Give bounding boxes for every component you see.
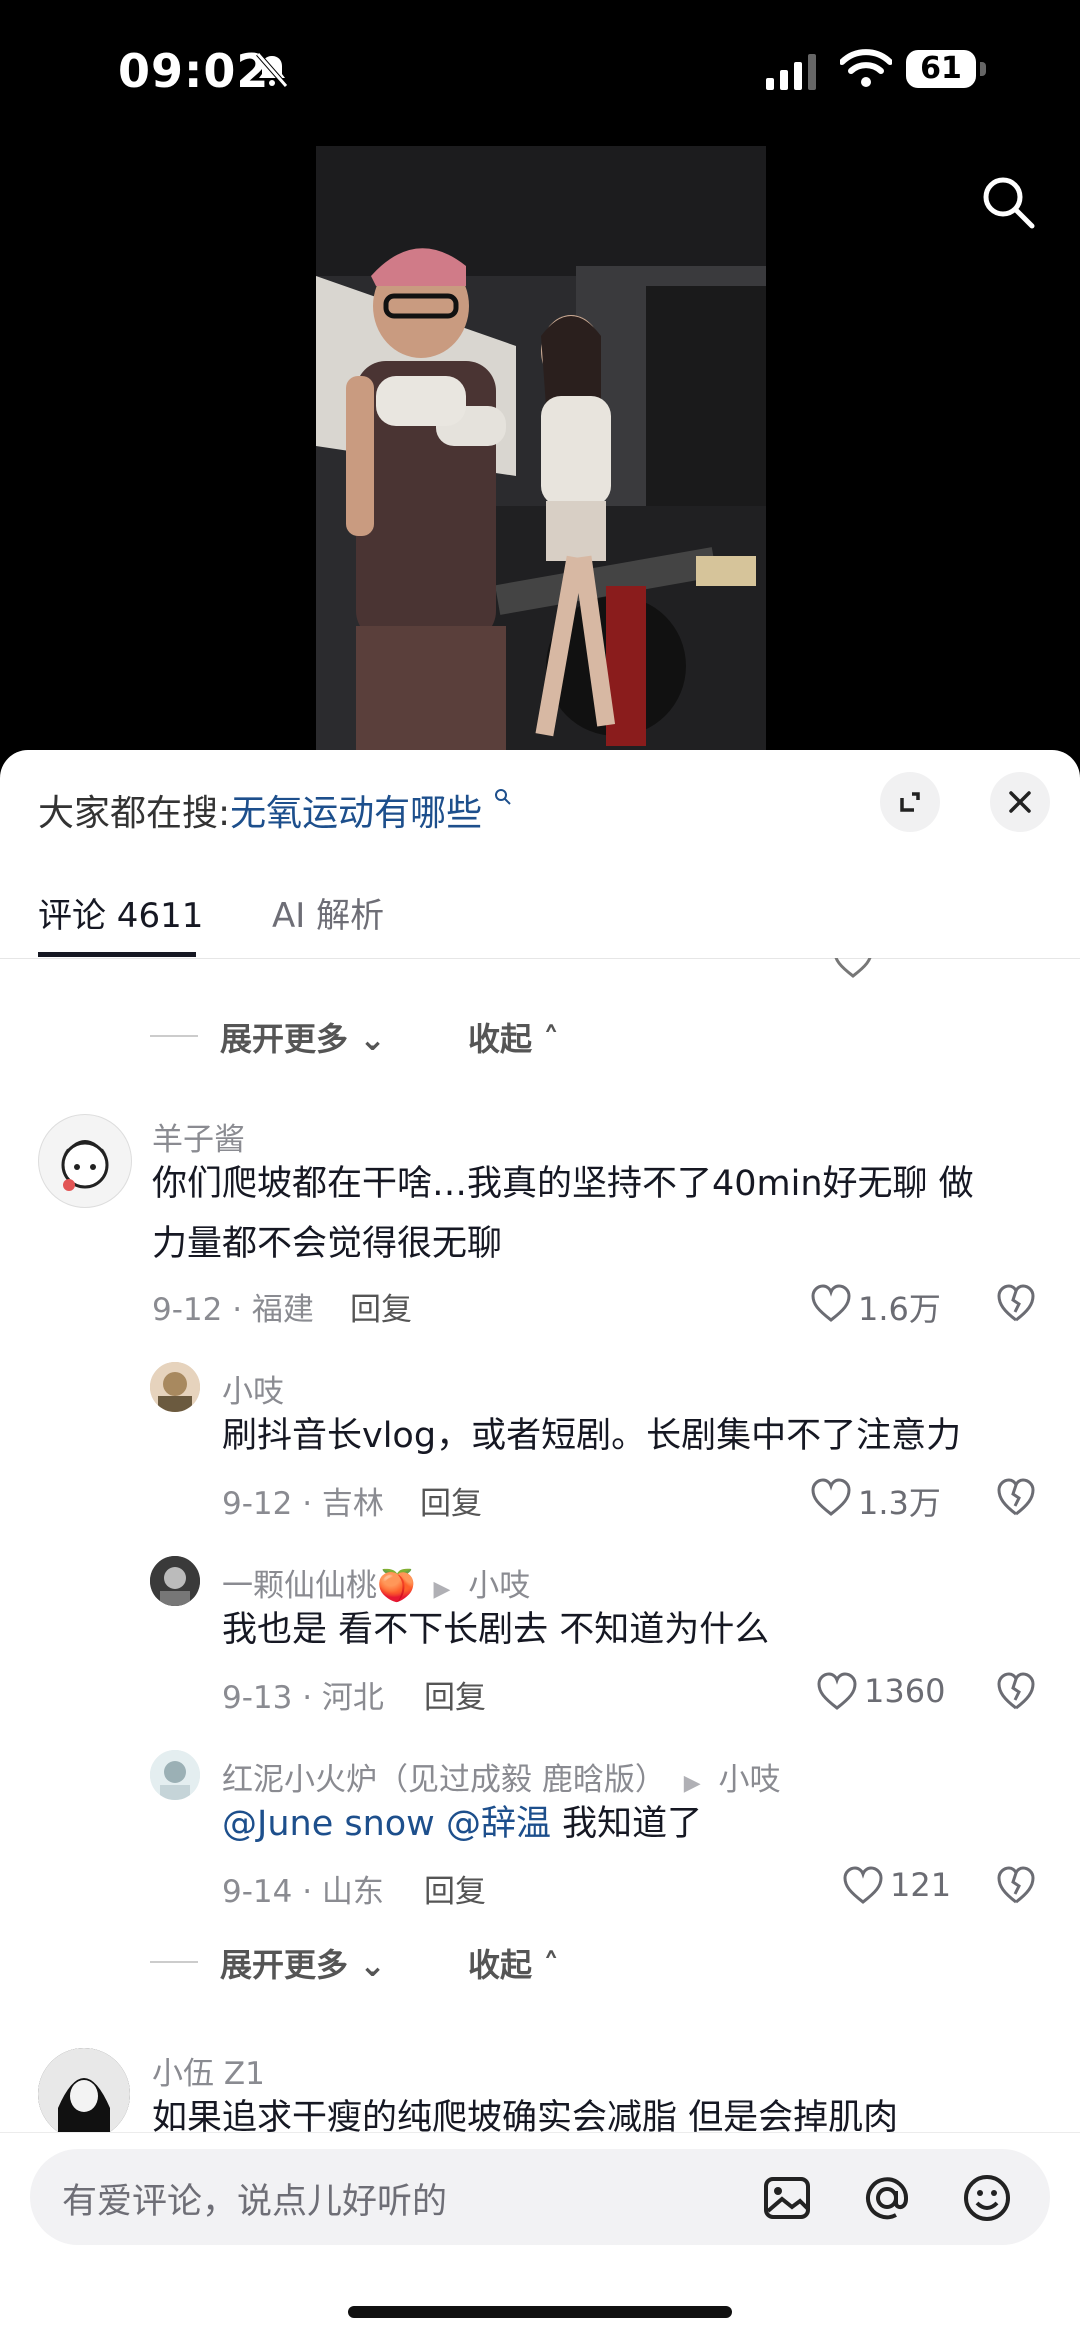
tab-ai-analysis[interactable]: AI 解析: [272, 888, 384, 937]
avatar[interactable]: [38, 1114, 132, 1208]
avatar[interactable]: [150, 1362, 200, 1412]
comment-tabs: 评论 4611 AI 解析: [0, 868, 1080, 959]
avatar[interactable]: [150, 1556, 200, 1606]
reply-arrow-icon: ▶: [683, 1771, 701, 1796]
reply-button[interactable]: 回复: [424, 1866, 486, 1911]
comment-username[interactable]: 小伍 Z1: [152, 2048, 265, 2093]
like-heart-icon[interactable]: [810, 1284, 852, 1324]
reply-date-location: 9-13 · 河北: [222, 1680, 384, 1716]
expand-collapse-row: 展开更多 ⌄ 收起 ˄: [150, 1932, 850, 1992]
expand-sheet-button[interactable]: [880, 772, 940, 832]
comment-username[interactable]: 羊子酱: [152, 1114, 245, 1159]
reply-arrow-icon: ▶: [433, 1577, 451, 1602]
like-heart-icon[interactable]: [816, 1672, 858, 1712]
hot-search-banner[interactable]: 大家都在搜:无氧运动有哪些: [38, 784, 512, 836]
reply-button[interactable]: 回复: [420, 1478, 482, 1523]
video-preview[interactable]: [316, 146, 766, 752]
wifi-icon: [840, 49, 892, 87]
avatar[interactable]: [38, 2048, 130, 2132]
reply-text: @June snow @辞温 我知道了: [222, 1794, 1042, 1854]
expand-icon: [900, 792, 920, 812]
divider-line: [150, 1961, 198, 1963]
avatar-image-icon: [38, 2048, 130, 2132]
battery-tip: [980, 62, 986, 76]
expand-more-label: 展开更多: [220, 1020, 349, 1058]
reply-username-text: 一颗仙仙桃🍑: [222, 1568, 416, 1604]
small-search-icon: [494, 789, 511, 805]
hot-search-keyword[interactable]: 无氧运动有哪些: [230, 793, 482, 834]
avatar-image-icon: [61, 1140, 109, 1191]
reply-button[interactable]: 回复: [424, 1672, 486, 1717]
collapse-label: 收起: [468, 1020, 533, 1058]
battery-indicator: 61: [906, 50, 986, 88]
close-button[interactable]: [990, 772, 1050, 832]
collapse-button[interactable]: 收起 ˄: [468, 1940, 559, 1986]
reply-text: 我也是 看不下长剧去 不知道为什么: [222, 1610, 770, 1650]
like-count: 1.6万: [858, 1290, 941, 1328]
mention-link[interactable]: @辞温: [446, 1804, 551, 1844]
comment-input[interactable]: 有爱评论，说点儿好听的: [30, 2149, 1050, 2245]
avatar-image-icon: [150, 1556, 200, 1606]
reply-button[interactable]: 回复: [350, 1284, 412, 1329]
comment-text-line: 你们爬坡都在干啥…我真的坚持不了40min好无聊 做: [152, 1164, 974, 1204]
tab-active-indicator: [38, 952, 196, 957]
expand-more-label: 展开更多: [220, 1946, 349, 1984]
clipped-previous-comment: [0, 958, 1080, 986]
avatar[interactable]: [150, 1750, 200, 1800]
comment-item: 小伍 Z1 如果追求干瘦的纯爬坡确实会减脂 但是会掉肌肉: [0, 2046, 1080, 2132]
mention-link[interactable]: @June snow: [222, 1804, 435, 1844]
tab-comments[interactable]: 评论 4611: [38, 888, 203, 937]
expand-more-button[interactable]: 展开更多 ⌄: [220, 1014, 386, 1060]
comment-text-line: 力量都不会觉得很无聊: [152, 1224, 503, 1264]
reply-to-username[interactable]: 小吱: [468, 1568, 530, 1604]
search-icon[interactable]: [978, 172, 1038, 232]
comment-date-location: 9-12 · 福建: [152, 1292, 314, 1328]
dislike-broken-heart-icon[interactable]: [996, 1672, 1036, 1712]
like-count: 1360: [864, 1672, 946, 1710]
reply-username-text: 红泥小火炉（见过成毅 鹿晗版）: [222, 1762, 666, 1798]
expand-more-button[interactable]: 展开更多 ⌄: [220, 1940, 386, 1986]
expand-collapse-row: 展开更多 ⌄ 收起 ˄: [150, 1006, 850, 1066]
reply-text-body: 我知道了: [550, 1804, 703, 1844]
mention-at-icon[interactable]: [860, 2171, 914, 2225]
emoji-icon[interactable]: [960, 2171, 1014, 2225]
status-bar: 09:02 61: [0, 0, 1080, 140]
collapse-label: 收起: [468, 1946, 533, 1984]
dislike-broken-heart-icon[interactable]: [996, 1478, 1036, 1518]
reply-to-username[interactable]: 小吱: [719, 1762, 781, 1798]
cellular-signal-icon: [766, 54, 816, 90]
comment-text: 你们爬坡都在干啥…我真的坚持不了40min好无聊 做 力量都不会觉得很无聊: [152, 1154, 1042, 1274]
reply-date-location: 9-14 · 山东: [222, 1874, 384, 1910]
comment-input-placeholder: 有爱评论，说点儿好听的: [62, 2182, 448, 2222]
reply-username[interactable]: 红泥小火炉（见过成毅 鹿晗版） ▶ 小吱: [222, 1754, 781, 1799]
mute-bell-icon: [256, 52, 288, 88]
hot-search-prefix: 大家都在搜:: [38, 793, 231, 834]
like-count: 121: [890, 1866, 952, 1904]
home-indicator[interactable]: [348, 2306, 732, 2318]
avatar-image-icon: [150, 1362, 200, 1412]
like-count: 1.3万: [858, 1484, 941, 1522]
image-icon[interactable]: [760, 2171, 814, 2225]
avatar-image-icon: [150, 1750, 200, 1800]
comment-text: 如果追求干瘦的纯爬坡确实会减脂 但是会掉肌肉: [152, 2098, 899, 2132]
status-time: 09:02: [118, 44, 270, 98]
reply-text: 刷抖音长vlog，或者短剧。长剧集中不了注意力: [222, 1416, 962, 1456]
collapse-button[interactable]: 收起 ˄: [468, 1014, 559, 1060]
dislike-broken-heart-icon[interactable]: [996, 1866, 1036, 1906]
like-heart-icon[interactable]: [842, 1866, 884, 1906]
reply-date-location: 9-12 · 吉林: [222, 1486, 384, 1522]
divider-line: [150, 1035, 198, 1037]
battery-level: 61: [906, 50, 976, 88]
comment-sheet: 大家都在搜:无氧运动有哪些 评论 4611 AI 解析 展开更多 ⌄ 收起 ˄: [0, 750, 1080, 2340]
close-icon: [1009, 791, 1031, 813]
dislike-broken-heart-icon[interactable]: [996, 1284, 1036, 1324]
reply-username[interactable]: 一颗仙仙桃🍑 ▶ 小吱: [222, 1560, 530, 1605]
like-heart-icon[interactable]: [810, 1478, 852, 1518]
heart-icon: [834, 958, 872, 978]
reply-username[interactable]: 小吱: [222, 1366, 284, 1411]
